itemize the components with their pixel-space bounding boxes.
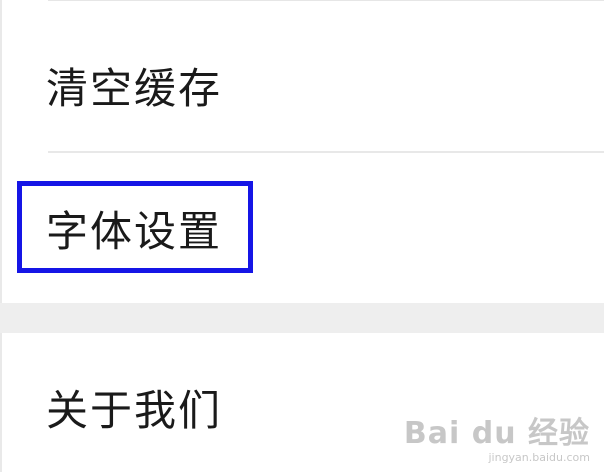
settings-item-clear-cache[interactable]: 清空缓存	[0, 12, 604, 150]
top-divider	[48, 0, 604, 1]
watermark-brand: Bai du 经验	[403, 416, 590, 451]
watermark: Bai du 经验 jingyan.baidu.com	[403, 416, 590, 465]
settings-screen: 清空缓存 字体设置 关于我们 Bai du 经验 jingyan.baidu.c…	[0, 0, 604, 472]
settings-item-label: 关于我们	[46, 386, 223, 435]
settings-item-label: 字体设置	[46, 207, 223, 256]
watermark-url: jingyan.baidu.com	[488, 451, 590, 464]
section-gap	[0, 303, 604, 333]
settings-item-label: 清空缓存	[46, 64, 223, 113]
settings-item-font-settings[interactable]: 字体设置	[0, 153, 604, 303]
